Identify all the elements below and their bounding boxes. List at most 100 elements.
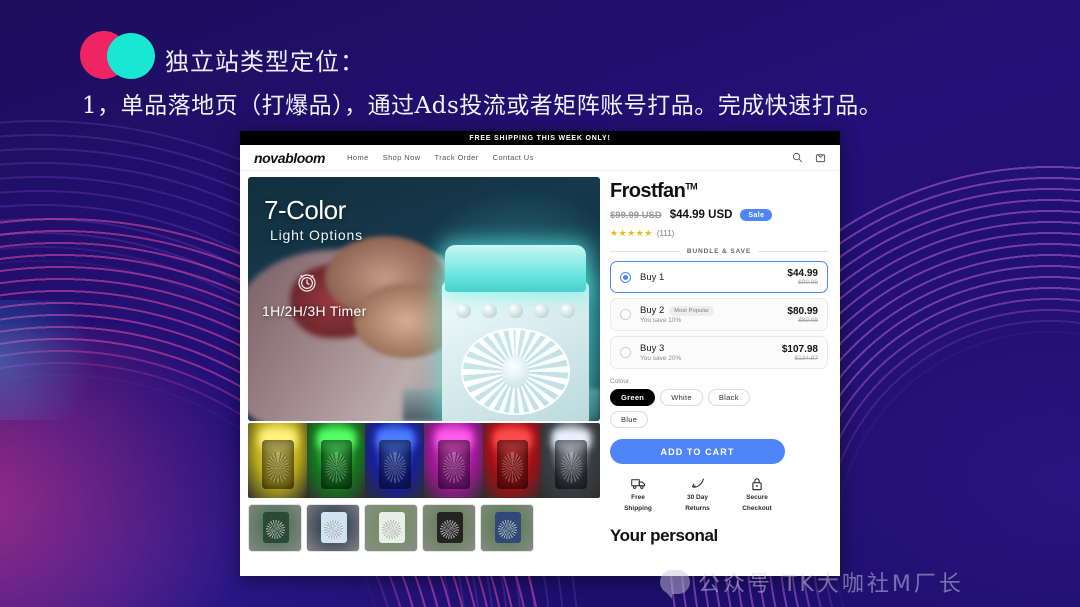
bundle-option-2[interactable]: Buy 2 Most Popular You save 10% $80.99 $89.9… [610,298,828,331]
fan-knob [508,303,523,319]
thumbnail-green-fan[interactable] [248,504,302,552]
decorative-glow-cyan [0,300,120,420]
bundle-option-name-row: Buy 3 [640,343,782,354]
hero-subheadline: Light Options [270,227,363,243]
fan-hub [502,355,529,388]
trust-badge-line1: Free [631,494,645,501]
color-strip-cell-green[interactable] [306,423,366,498]
search-icon[interactable] [792,152,803,163]
colour-label: Colour [610,378,630,385]
trust-badge-line2: Checkout [742,504,772,512]
bundle-option-pricing: $80.99 $89.98 [787,306,818,324]
price-row: $99.99 USD $44.99 USD Sale [610,209,828,221]
nav-item-contact-us[interactable]: Contact Us [493,153,534,162]
color-strip-cell-magenta[interactable] [424,423,483,498]
bundle-option-radio[interactable] [620,347,631,358]
thumbnail-white-fan[interactable] [364,504,418,552]
trust-badge-row: Free Shipping 30 Day Returns Secure Chec… [610,475,785,514]
color-strip-cell-red[interactable] [482,423,542,498]
colour-swatch-white[interactable]: White [660,389,703,406]
add-to-cart-button[interactable]: ADD TO CART [610,439,785,464]
thumbnail-black-fan[interactable] [422,504,476,552]
trust-badge-returns: 30 Day Returns [670,475,726,514]
trust-badge-free-shipping: Free Shipping [610,475,666,514]
current-price: $44.99 USD [669,209,733,221]
slide-logo-dots [80,31,158,79]
bundle-option-1[interactable]: Buy 1 $44.99 $99.99 [610,261,828,293]
color-strip-device [496,439,529,489]
bundle-option-old-price: $99.99 [798,279,818,286]
bundle-header-label: BUNDLE & SAVE [686,248,752,255]
colour-swatch-blue[interactable]: Blue [610,411,649,428]
nav-item-track-order[interactable]: Track Order [435,153,479,162]
slide-heading-primary: 独立站类型定位： [165,48,365,76]
trust-badge-line1: Secure [746,494,768,501]
fan-knob [534,303,549,319]
speech-bubble-icon [660,570,690,599]
fan-knob [456,303,471,319]
colour-swatch-list: Green White Black Blue [610,389,785,428]
trademark-symbol: TM [685,181,697,192]
logo-dot-cyan [107,33,155,79]
presentation-slide: 独立站类型定位： 1，单品落地页（打爆品），通过Ads投流或者矩阵账号打品。完成… [0,0,1080,607]
bundle-option-3[interactable]: Buy 3 You save 20% $107.98 $134.97 [610,336,828,369]
trust-badge-line2: Returns [685,504,710,512]
bundle-option-name: Buy 1 [640,271,665,283]
thumbnail-rgb-lights[interactable] [306,504,360,552]
nav-item-home[interactable]: Home [347,153,369,162]
bundle-option-price: $44.99 [787,268,818,279]
product-title: FrostfanTM [610,181,828,201]
divider-left [610,251,680,252]
bundle-option-savings: You save 10% [640,317,682,324]
hero-image[interactable]: 7-Color Light Options 1H/2H/3H Timer [248,177,600,421]
bundle-option-radio[interactable] [620,271,631,283]
watermark: 公众号 TK大咖社M厂长 [660,566,964,599]
thumbnail-blue-fan[interactable] [480,504,534,552]
colour-swatch-green[interactable]: Green [610,389,656,406]
bundle-option-details: Buy 3 You save 20% [640,343,782,362]
rating-row[interactable]: ★★★★★ (111) [610,228,828,239]
site-nav-links: Home Shop Now Track Order Contact Us [347,153,534,162]
fan-knob [482,303,497,319]
next-section-heading: Your personal [610,525,718,545]
color-strip-device [438,439,470,489]
bundle-option-name: Buy 3 [640,343,665,354]
color-strip-cell-white[interactable] [541,423,600,498]
product-title-text: Frostfan [610,180,686,202]
compare-at-price: $99.99 USD [610,209,662,221]
bundle-option-old-price: $89.98 [798,316,818,324]
color-options-strip [248,423,600,498]
bundle-section-header: BUNDLE & SAVE [610,248,828,255]
nav-item-shop-now[interactable]: Shop Now [383,153,421,162]
color-strip-device [320,439,353,489]
slide-heading-secondary: 1，单品落地页（打爆品），通过Ads投流或者矩阵账号打品。完成快速打品。 [82,93,883,119]
thumbnail-device [320,512,347,543]
promo-banner: FREE SHIPPING THIS WEEK ONLY! [240,131,840,145]
color-strip-cell-yellow[interactable] [248,423,307,498]
review-count: (111) [656,229,675,238]
bundle-option-price: $80.99 [787,305,818,317]
embedded-website-screenshot: FREE SHIPPING THIS WEEK ONLY! novabloom … [240,131,840,576]
thumbnail-device [262,512,289,543]
product-gallery: 7-Color Light Options 1H/2H/3H Timer [248,177,600,552]
colour-swatch-black[interactable]: Black [707,389,750,406]
site-logo[interactable]: novabloom [254,150,325,166]
hero-headline: 7-Color [264,195,346,225]
thumbnail-row [248,504,600,552]
bundle-options-list: Buy 1 $44.99 $99.99 Buy 2 Most Popular You sa… [610,261,828,369]
color-strip-cell-blue[interactable] [365,423,425,498]
thumbnail-device [378,512,405,543]
color-strip-device [555,439,588,489]
bundle-option-name-row: Buy 1 [640,272,787,283]
bundle-option-old-price: $134.97 [794,354,819,362]
bundle-option-name-row: Buy 2 Most Popular [640,305,787,316]
bundle-option-radio[interactable] [620,309,631,320]
color-strip-device [379,439,412,489]
fan-lid [444,245,587,293]
sale-badge: Sale [740,209,773,221]
most-popular-badge: Most Popular [669,305,715,316]
bundle-option-details: Buy 2 Most Popular You save 10% [640,305,787,324]
shopping-bag-icon[interactable] [815,152,826,163]
bundle-option-savings: You save 20% [640,355,682,362]
fan-knob [560,303,575,319]
